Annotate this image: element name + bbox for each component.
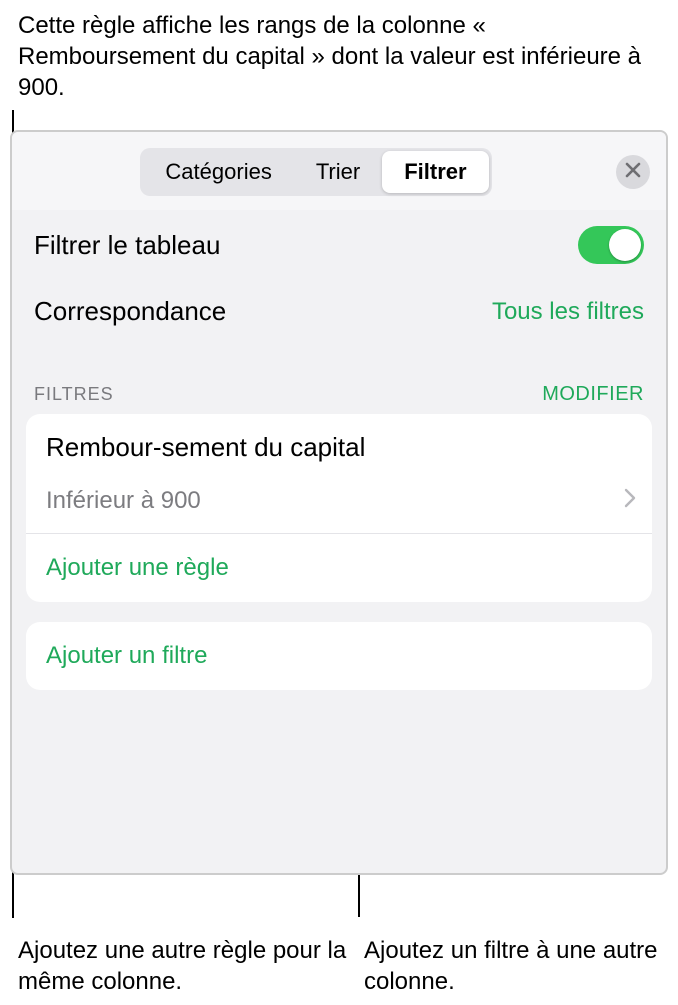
filter-card: Rembour-sement du capital Inférieur à 90… xyxy=(26,414,652,602)
callout-top: Cette règle affiche les rangs de la colo… xyxy=(0,0,678,122)
row-match[interactable]: Correspondance Tous les filtres xyxy=(12,280,666,343)
filters-section-title: FILTRES xyxy=(34,384,114,405)
tab-filter[interactable]: Filtrer xyxy=(382,151,488,193)
tab-sort[interactable]: Trier xyxy=(294,151,382,193)
segmented-control: Catégories Trier Filtrer xyxy=(140,148,491,196)
filter-rule-text: Inférieur à 900 xyxy=(46,487,201,515)
filters-section-header: FILTRES MODIFIER xyxy=(12,343,666,414)
callout-bottom-right: Ajoutez un filtre à une autre colonne. xyxy=(352,935,678,997)
filter-column-name: Rembour-sement du capital xyxy=(26,414,652,473)
panel-topbar: Catégories Trier Filtrer xyxy=(12,132,666,210)
tab-categories[interactable]: Catégories xyxy=(143,151,293,193)
add-filter-button[interactable]: Ajouter un filtre xyxy=(26,622,652,690)
match-label: Correspondance xyxy=(34,296,226,327)
add-filter-card: Ajouter un filtre xyxy=(26,622,652,690)
match-value: Tous les filtres xyxy=(492,298,644,326)
callouts-bottom: Ajoutez une autre règle pour la même col… xyxy=(0,935,678,997)
filter-table-label: Filtrer le tableau xyxy=(34,230,220,261)
chevron-right-icon xyxy=(624,487,636,515)
filter-rule-row[interactable]: Inférieur à 900 xyxy=(26,473,652,534)
callout-bottom-left: Ajoutez une autre règle pour la même col… xyxy=(0,935,352,997)
add-rule-button[interactable]: Ajouter une règle xyxy=(26,534,652,602)
row-filter-table: Filtrer le tableau xyxy=(12,210,666,280)
close-button[interactable] xyxy=(616,155,650,189)
edit-filters-button[interactable]: MODIFIER xyxy=(542,383,644,406)
close-icon xyxy=(625,162,641,183)
filter-panel: Catégories Trier Filtrer Filtrer le tabl… xyxy=(10,130,668,875)
filter-table-toggle[interactable] xyxy=(578,226,644,264)
toggle-knob xyxy=(609,229,641,261)
